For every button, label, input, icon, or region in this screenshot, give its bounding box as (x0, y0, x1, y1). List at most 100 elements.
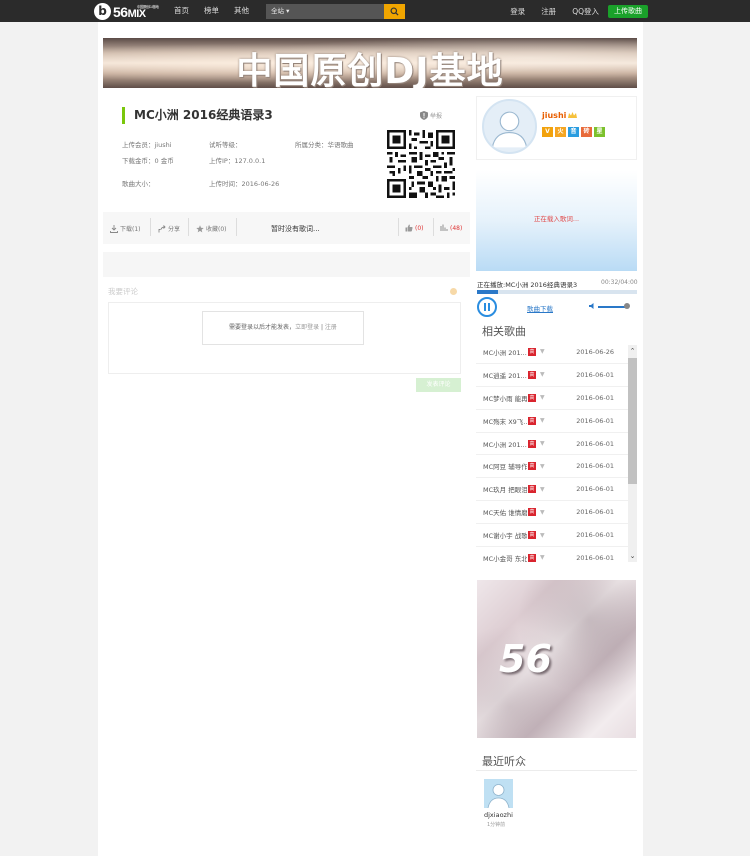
related-song-row[interactable]: MC小金哥 东北...高 ▼ 2016-06-01 (476, 547, 628, 567)
related-song-row[interactable]: MC谢小宇 战歌...高 ▼ 2016-06-01 (476, 524, 628, 548)
nav-other[interactable]: 其他 (234, 0, 249, 22)
divider (188, 218, 189, 236)
uploader-name-text: jiushi (542, 111, 567, 120)
download-icon (110, 224, 118, 233)
login-tip: 需要登录以后才能发表，立即登录 | 注册 (202, 311, 364, 345)
related-song-row[interactable]: MC天佑 谁情磨...高 ▼ 2016-06-01 (476, 501, 628, 525)
chevron-down-icon[interactable]: ▼ (540, 348, 554, 355)
chevron-down-icon[interactable]: ▼ (540, 554, 554, 561)
chevron-down-icon[interactable]: ▼ (540, 486, 554, 493)
like-button[interactable]: (0) (405, 224, 424, 232)
chevron-down-icon[interactable]: ▼ (540, 417, 554, 424)
volume-slider[interactable] (598, 306, 626, 308)
related-song-name: MC小金哥 东北... (483, 554, 527, 563)
uploader: 上传会员：jiushi (122, 141, 172, 149)
related-song-row[interactable]: MC阿豆 辅导作...高 ▼ 2016-06-01 (476, 455, 628, 479)
qq-login-link[interactable]: QQ登入 (572, 6, 599, 17)
search-button[interactable] (384, 4, 405, 19)
register-link[interactable]: 注册 (541, 6, 556, 17)
upload-ip: 上传IP：127.0.0.1 (209, 157, 266, 165)
site-banner: 中国原创DJ基地 (103, 38, 637, 88)
scrollbar-thumb[interactable] (628, 358, 637, 484)
song-download-link[interactable]: 歌曲下载 (527, 303, 553, 313)
search-input[interactable]: 全站 ▾ (266, 4, 384, 19)
divider (476, 770, 637, 771)
related-song-row[interactable]: MC小洲 201... 高 ▼ 2016-06-26 (476, 341, 628, 364)
scroll-down-icon[interactable]: ⌄ (628, 551, 637, 561)
related-song-date: 2016-06-26 (576, 347, 614, 356)
spacer-strip (103, 252, 470, 277)
uploader-avatar[interactable] (482, 99, 537, 154)
related-song-name: MC殇末 X9飞... (483, 417, 527, 426)
divider (398, 218, 399, 236)
promo-text: 56 (499, 637, 552, 681)
submit-comment-button[interactable]: 发表评论 (416, 378, 461, 392)
chevron-down-icon[interactable]: ▼ (540, 394, 554, 401)
play-count-value: (48) (450, 224, 463, 232)
thumbs-up-icon (405, 224, 413, 232)
related-song-row[interactable]: MC梦小雨 能再...高 ▼ 2016-06-01 (476, 387, 628, 410)
chevron-down-icon[interactable]: ▼ (540, 532, 554, 539)
play-time: 00:32/04:00 (601, 279, 638, 286)
comment-login-link[interactable]: 立即登录 (295, 324, 319, 331)
chevron-down-icon[interactable]: ▼ (540, 463, 554, 470)
report-label: 举报 (430, 113, 443, 120)
site-logo[interactable]: b 56MIX 中国原创DJ基地 (94, 1, 159, 21)
crown-icon (568, 112, 578, 118)
no-lyrics-text: 暂时没有歌词... (271, 225, 320, 233)
listener-avatar[interactable] (484, 779, 513, 808)
login-link[interactable]: 登录 (510, 6, 525, 17)
pause-button[interactable] (477, 297, 497, 317)
hq-tag: 高 (528, 508, 536, 517)
comment-title: 我要评论 (108, 287, 138, 296)
hq-tag: 高 (528, 370, 536, 379)
bar-chart-icon (440, 224, 448, 231)
favorite-button[interactable]: 收藏(0) (196, 224, 227, 233)
favorite-label: 收藏(0) (206, 226, 227, 233)
related-song-row[interactable]: MC玖月 把眼泪...高 ▼ 2016-06-01 (476, 478, 628, 502)
related-song-date: 2016-06-01 (576, 393, 614, 402)
listen-level: 试听等级： (209, 141, 242, 149)
volume-knob[interactable] (624, 303, 630, 309)
hq-tag: 高 (528, 553, 536, 562)
related-song-row[interactable]: MC逍遥 201... 高 ▼ 2016-06-01 (476, 364, 628, 387)
related-song-name: MC天佑 谁情磨... (483, 509, 527, 518)
user-badges: V 火 音 砖 星 (542, 127, 607, 137)
emoji-icon[interactable] (450, 288, 457, 295)
divider (236, 218, 237, 236)
uploader-name[interactable]: jiushi (542, 111, 578, 120)
listener-name[interactable]: djxiaozhi (484, 811, 513, 819)
comment-register-link[interactable]: 注册 (325, 324, 337, 331)
hq-tag: 高 (528, 416, 536, 425)
song-size: 歌曲大小： (122, 180, 155, 188)
share-button[interactable]: 分享 (158, 224, 180, 233)
upload-song-button[interactable]: 上传歌曲 (608, 4, 648, 18)
logo-subtitle: 中国原创DJ基地 (137, 4, 159, 9)
nav-charts[interactable]: 榜单 (204, 0, 219, 22)
download-button[interactable]: 下载(1) (110, 224, 141, 233)
volume-icon[interactable] (589, 302, 597, 310)
chevron-down-icon[interactable]: ▼ (540, 509, 554, 516)
play-count: (48) (440, 224, 462, 232)
badge-star: 星 (594, 127, 605, 137)
related-song-row[interactable]: MC殇末 X9飞... 高 ▼ 2016-06-01 (476, 410, 628, 433)
report-button[interactable]: 举报 (420, 111, 442, 120)
chevron-down-icon[interactable]: ▼ (540, 371, 554, 378)
share-icon (158, 224, 166, 232)
divider (150, 218, 151, 236)
related-song-date: 2016-06-01 (576, 462, 614, 471)
hq-tag: 高 (528, 439, 536, 448)
hq-tag: 高 (528, 462, 536, 471)
related-song-row[interactable]: MC小洲 201... 高 ▼ 2016-06-01 (476, 433, 628, 456)
chevron-down-icon[interactable]: ▼ (540, 440, 554, 447)
progress-bar[interactable] (477, 290, 637, 294)
badge-fire: 火 (555, 127, 566, 137)
song-title: MC小洲 2016经典语录3 (122, 107, 273, 124)
logo-mix: MIX (127, 7, 147, 20)
related-song-name: MC玖月 把眼泪... (483, 486, 527, 495)
hq-tag: 高 (528, 531, 536, 540)
related-title: 相关歌曲 (482, 325, 526, 338)
progress-fill (477, 290, 498, 294)
nav-home[interactable]: 首页 (174, 0, 189, 22)
scroll-up-icon[interactable]: ⌃ (628, 346, 637, 356)
